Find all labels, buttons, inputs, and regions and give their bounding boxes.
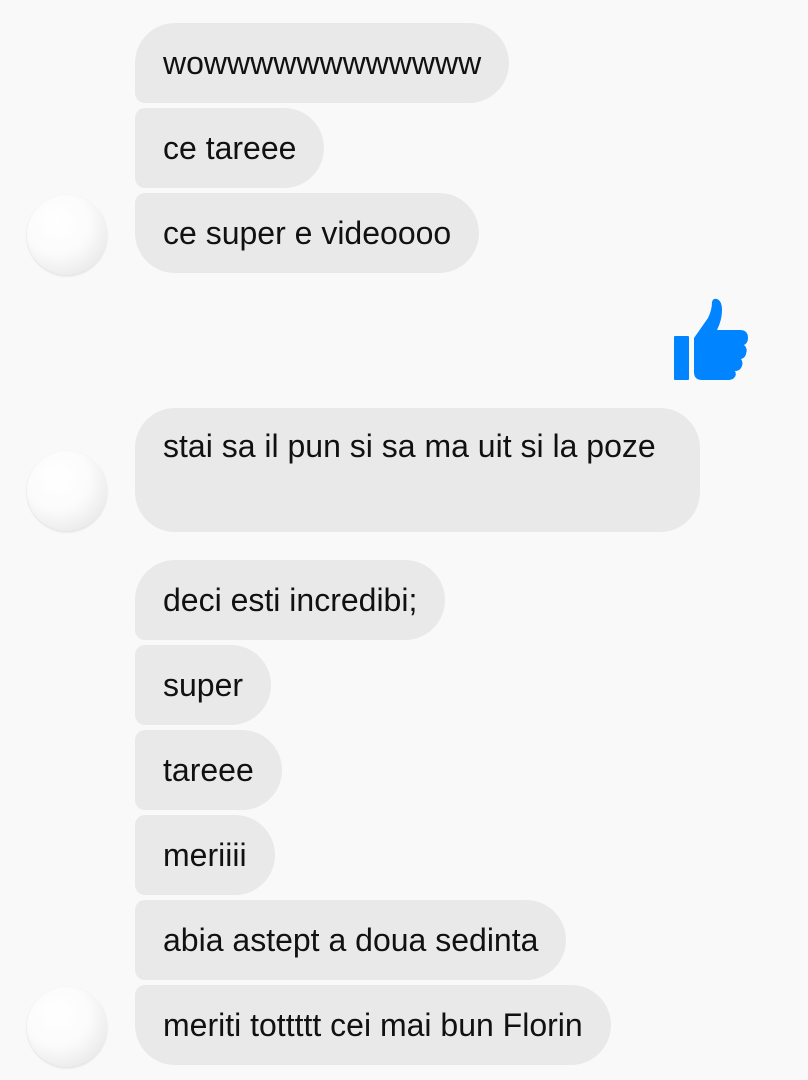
message-text: ce super e videoooo <box>163 215 452 251</box>
message-bubble[interactable]: ce super e videoooo <box>135 193 480 273</box>
message-bubble[interactable]: meriiii <box>135 815 275 895</box>
message-text: meriti tottttt cei mai bun Florin <box>163 1007 583 1043</box>
message-bubble[interactable]: stai sa il pun si sa ma uit si la poze <box>135 408 700 532</box>
message-bubble[interactable]: deci esti incredibi; <box>135 560 446 640</box>
message-text: deci esti incredibi; <box>163 582 418 618</box>
message-bubble[interactable]: ce tareee <box>135 108 325 188</box>
message-bubble[interactable]: wowwwwwwwwwwww <box>135 23 510 103</box>
avatar[interactable] <box>27 195 107 275</box>
thumbs-up-icon[interactable] <box>672 298 752 382</box>
message-bubble[interactable]: tareee <box>135 730 282 810</box>
message-text: abia astept a doua sedinta <box>163 922 539 958</box>
message-text: wowwwwwwwwwwww <box>163 45 482 81</box>
avatar[interactable] <box>27 451 107 531</box>
message-text: meriiii <box>163 837 247 873</box>
message-bubble[interactable]: meriti tottttt cei mai bun Florin <box>135 985 611 1065</box>
avatar[interactable] <box>27 987 107 1067</box>
message-text: stai sa il pun si sa ma uit si la poze <box>163 428 656 464</box>
message-bubble[interactable]: super <box>135 645 272 725</box>
message-text: ce tareee <box>163 130 297 166</box>
message-text: super <box>163 667 244 703</box>
message-text: tareee <box>163 752 254 788</box>
message-bubble[interactable]: abia astept a doua sedinta <box>135 900 567 980</box>
